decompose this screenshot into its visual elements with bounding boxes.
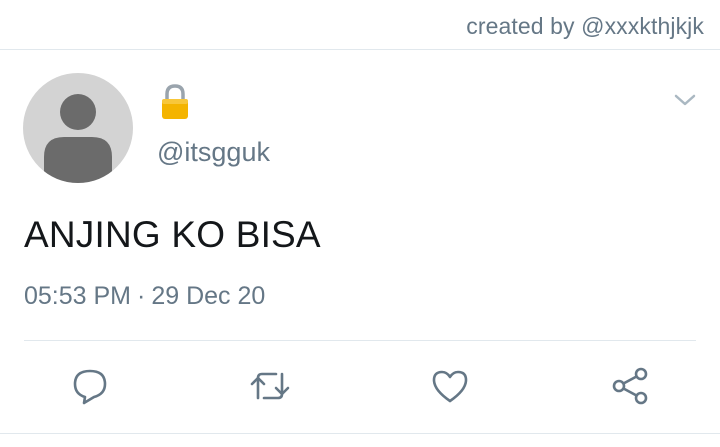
top-divider — [0, 49, 720, 50]
timestamp-separator: · — [137, 282, 146, 310]
bottom-divider — [0, 433, 720, 434]
tweet-text: ANJING KO BISA — [24, 214, 321, 255]
default-avatar-icon — [44, 94, 112, 183]
tweet-timestamp: 05:53 PM · 29 Dec 20 — [24, 282, 265, 311]
like-button[interactable] — [430, 366, 470, 406]
tweet-date: 29 Dec 20 — [151, 282, 266, 310]
action-bar — [0, 366, 720, 410]
heart-icon — [432, 370, 468, 403]
reply-button[interactable] — [70, 366, 110, 406]
reply-icon — [73, 369, 107, 405]
user-handle[interactable]: @itsgguk — [157, 137, 270, 168]
tweet-time: 05:53 PM — [24, 282, 132, 310]
mid-divider — [24, 340, 696, 341]
chevron-down-icon[interactable] — [674, 92, 696, 108]
share-button[interactable] — [610, 366, 650, 406]
lock-icon — [160, 83, 190, 121]
share-icon — [612, 367, 648, 405]
credit-text: created by @xxxkthjkjk — [466, 13, 704, 39]
avatar[interactable] — [23, 73, 133, 183]
retweet-icon — [250, 372, 290, 400]
retweet-button[interactable] — [250, 366, 290, 406]
